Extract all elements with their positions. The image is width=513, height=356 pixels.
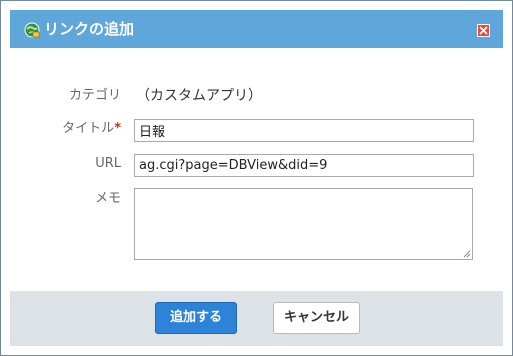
dialog-footer: 追加する キャンセル: [10, 291, 503, 346]
title-input[interactable]: [134, 119, 474, 142]
resize-grip-icon[interactable]: [463, 250, 471, 258]
close-button[interactable]: [477, 24, 490, 37]
url-input[interactable]: [134, 154, 474, 177]
title-label: タイトル*: [11, 121, 121, 137]
required-mark: *: [114, 121, 121, 136]
title-label-text: タイトル: [62, 121, 115, 136]
dialog-title: リンクの追加: [44, 20, 135, 38]
category-value: （カスタムアプリ）: [136, 88, 262, 104]
close-icon: [479, 26, 488, 35]
memo-textarea[interactable]: [134, 188, 473, 260]
memo-label: メモ: [94, 191, 121, 206]
url-label: URL: [95, 156, 121, 171]
add-button[interactable]: 追加する: [155, 302, 237, 334]
link-globe-icon: [24, 22, 40, 38]
add-link-dialog: リンクの追加 カテゴリ （カスタムアプリ） タイトル* URL メモ 追加する …: [0, 0, 513, 356]
cancel-button[interactable]: キャンセル: [273, 302, 360, 334]
category-label: カテゴリ: [68, 88, 121, 103]
dialog-title-bar: リンクの追加: [10, 10, 503, 48]
